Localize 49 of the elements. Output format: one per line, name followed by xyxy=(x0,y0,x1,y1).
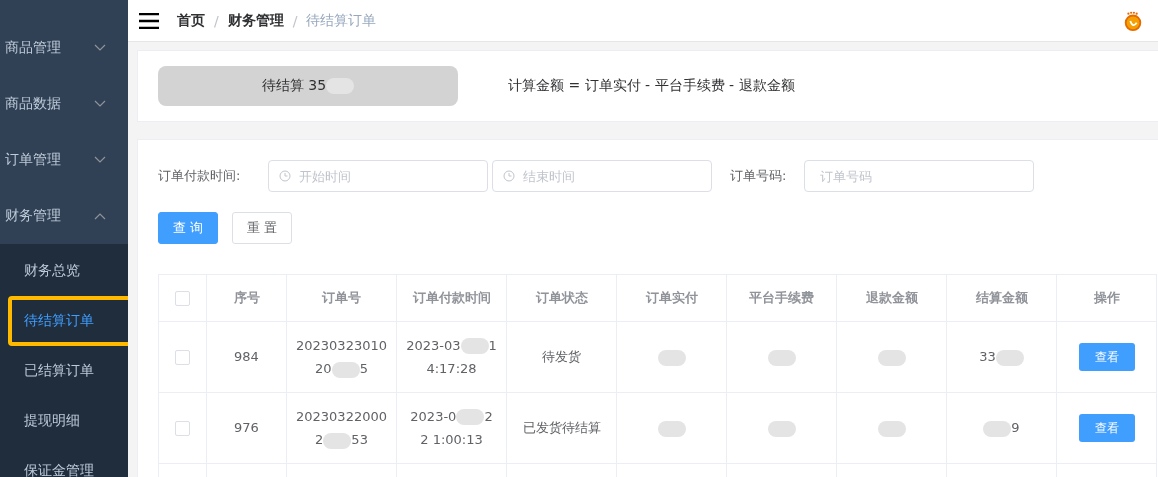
chevron-icon xyxy=(94,100,106,108)
start-date-field[interactable]: 开始时间 xyxy=(268,160,488,192)
column-header: 订单实付 xyxy=(616,274,727,322)
submenu-item[interactable]: 提现明细 xyxy=(0,396,128,446)
submenu-item[interactable]: 保证金管理 xyxy=(0,446,128,477)
table-cell-text: 已发货待结算 xyxy=(522,419,601,438)
column-header: 序号 xyxy=(206,274,287,322)
table-cell-text: 待发货 xyxy=(542,348,581,367)
column-header: 订单状态 xyxy=(506,274,617,322)
filter-label: 订单付款时间: xyxy=(158,167,242,185)
column-header: 订单付款时间 xyxy=(396,274,507,322)
chevron-icon xyxy=(94,156,106,164)
menu-item[interactable]: 商品管理 xyxy=(0,20,128,76)
row-checkbox[interactable] xyxy=(175,421,190,436)
column-header: 平台手续费 xyxy=(726,274,837,322)
breadcrumb-separator: / xyxy=(292,12,298,29)
order-number-field[interactable]: 订单号码 xyxy=(804,160,1035,192)
chevron-icon xyxy=(94,44,106,52)
formula-text: 计算金额 = 订单实付 - 平台手续费 - 退款金额 xyxy=(508,77,795,95)
breadcrumb-separator: / xyxy=(214,12,219,29)
column-header: 操作 xyxy=(1056,274,1157,322)
menu-item[interactable]: 财务管理 xyxy=(0,188,128,244)
submenu-item[interactable]: 财务总览 xyxy=(0,246,128,296)
pending-total: 待结算 35 xyxy=(158,66,458,106)
table-cell-text: 20230322000 2 53 xyxy=(295,407,388,451)
submenu-item[interactable]: 已结算订单 xyxy=(0,346,128,396)
table-cell-text: 20230323010 20 5 xyxy=(295,336,388,380)
row-checkbox[interactable] xyxy=(175,350,190,365)
table-cell-text: 976 xyxy=(234,419,259,438)
clock-icon xyxy=(503,170,515,182)
filter-label: 订单号码: xyxy=(730,167,787,185)
logo-icon xyxy=(1122,9,1144,32)
breadcrumb-link[interactable]: 首页 xyxy=(177,11,205,30)
menu-item[interactable]: 订单管理 xyxy=(0,132,128,188)
column-header: 退款金额 xyxy=(836,274,947,322)
table-cell: 33 xyxy=(979,345,1024,369)
table-cell-text: 984 xyxy=(234,348,259,367)
table-cell-text: 2023-03 1 4:17:28 xyxy=(405,336,498,378)
end-date-field[interactable]: 结束时间 xyxy=(492,160,712,192)
clock-icon xyxy=(279,170,291,182)
column-header: 结算金额 xyxy=(946,274,1057,322)
table-cell-text: 2023-0 2 2 1:00:13 xyxy=(409,407,494,449)
menu-item[interactable]: 商品数据 xyxy=(0,76,128,132)
breadcrumb-link[interactable]: 财务管理 xyxy=(227,11,284,30)
menu-icon[interactable] xyxy=(139,12,159,29)
chevron-icon xyxy=(94,212,106,220)
select-all-checkbox[interactable] xyxy=(175,291,190,306)
reset-button[interactable]: 重 置 xyxy=(232,212,293,244)
column-header: 订单号 xyxy=(286,274,397,322)
